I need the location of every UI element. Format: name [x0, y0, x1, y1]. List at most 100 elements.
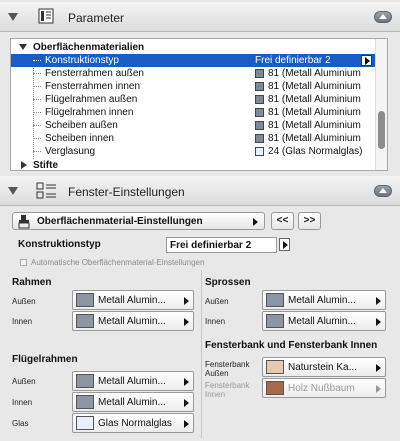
material-swatch — [255, 134, 264, 143]
tree-scrollbar[interactable] — [375, 39, 387, 170]
label-line: Fensterbank — [205, 360, 250, 369]
tree-row-fensterrahmen-innen[interactable]: Fensterrahmen innen 81 (Metall Aluminium — [11, 80, 375, 93]
material-value: Metall Alumin... — [288, 316, 356, 327]
tree-row-scheiben-innen[interactable]: Scheiben innen 81 (Metall Aluminium — [11, 132, 375, 145]
material-value: Metall Alumin... — [98, 397, 166, 408]
material-value: Metall Alumin... — [98, 316, 166, 327]
material-swatch — [266, 381, 284, 395]
expand-triangle-icon[interactable] — [19, 44, 27, 50]
tree-row-label: Verglasung — [45, 146, 96, 157]
auto-surface-label: Automatische Oberflächenmaterial-Einstel… — [31, 258, 205, 267]
fensterbank-aussen-material[interactable]: Naturstein Ka... — [262, 357, 386, 377]
tree-row-value: 81 (Metall Aluminium — [268, 81, 361, 92]
previous-page-button[interactable]: << — [271, 212, 294, 230]
value-menu-arrow-icon[interactable] — [361, 55, 372, 66]
parameter-panel-title: Parameter — [68, 11, 125, 25]
tree-row-fensterrahmen-aussen[interactable]: Fensterrahmen außen 81 (Metall Aluminium — [11, 67, 375, 80]
material-value: Metall Alumin... — [98, 295, 166, 306]
material-value: Metall Alumin... — [288, 295, 356, 306]
label-line: Innen — [205, 390, 226, 399]
tree-row-label: Scheiben außen — [45, 120, 118, 131]
material-swatch — [76, 293, 94, 307]
parameter-tree[interactable]: Oberflächenmaterialien Konstruktionstyp … — [10, 38, 388, 171]
material-swatch — [76, 416, 94, 430]
material-swatch — [255, 82, 264, 91]
expand-triangle-icon[interactable] — [21, 161, 27, 169]
collapse-up-icon[interactable] — [374, 185, 392, 197]
material-value: Holz Nußbaum — [288, 383, 355, 394]
menu-arrow-icon — [184, 297, 189, 305]
material-swatch — [255, 108, 264, 117]
tree-row-value: 24 (Glas Normalglas) — [268, 146, 363, 157]
material-swatch — [266, 314, 284, 328]
tree-row-label: Fensterrahmen innen — [45, 81, 141, 92]
fensterbank-innen-label: Fensterbank Innen — [205, 381, 249, 399]
tree-group-row-stifte[interactable]: Stifte — [11, 159, 375, 171]
label-line: Außen — [205, 369, 229, 378]
menu-arrow-icon — [376, 364, 381, 372]
collapse-triangle-icon[interactable] — [8, 187, 18, 195]
auto-surface-checkbox[interactable] — [20, 259, 27, 266]
next-page-button[interactable]: >> — [298, 212, 321, 230]
tree-group-label: Stifte — [33, 160, 58, 171]
tree-row-label: Konstruktionstyp — [45, 55, 119, 66]
parameter-list-icon — [38, 8, 54, 24]
fluegelrahmen-innen-label: Innen — [12, 398, 33, 407]
rahmen-innen-label: Innen — [12, 317, 33, 326]
surface-settings-menu-button[interactable]: Oberflächenmaterial-Einstellungen — [12, 212, 265, 230]
menu-arrow-icon — [184, 420, 189, 428]
collapse-up-icon[interactable] — [374, 11, 392, 23]
paint-brush-icon — [18, 215, 30, 229]
material-swatch — [255, 69, 264, 78]
label-line: Fensterbank — [205, 381, 250, 390]
material-value: Naturstein Ka... — [288, 362, 357, 373]
material-swatch — [255, 95, 264, 104]
construction-type-field[interactable]: Frei definierbar 2 — [166, 237, 277, 253]
rahmen-title: Rahmen — [12, 277, 52, 288]
fluegelrahmen-aussen-label: Außen — [12, 377, 36, 386]
surface-settings-label: Oberflächenmaterial-Einstellungen — [37, 216, 203, 227]
fluegelrahmen-aussen-material[interactable]: Metall Alumin... — [72, 371, 194, 391]
window-settings-header[interactable]: Fenster-Einstellungen — [0, 176, 400, 206]
sprossen-aussen-label: Außen — [205, 297, 229, 306]
scrollbar-thumb[interactable] — [378, 111, 385, 149]
sprossen-innen-material[interactable]: Metall Alumin... — [262, 311, 386, 331]
parameter-panel-header[interactable]: Parameter — [0, 2, 400, 32]
fluegelrahmen-glas-material[interactable]: Glas Normalglas — [72, 413, 194, 433]
rahmen-innen-material[interactable]: Metall Alumin... — [72, 311, 194, 331]
tree-row-konstruktionstyp[interactable]: Konstruktionstyp Frei definierbar 2 — [11, 54, 375, 67]
menu-arrow-icon — [184, 378, 189, 386]
menu-arrow-icon — [376, 385, 381, 393]
material-swatch — [76, 395, 94, 409]
menu-arrow-icon — [184, 318, 189, 326]
material-swatch — [76, 374, 94, 388]
sprossen-aussen-material[interactable]: Metall Alumin... — [262, 290, 386, 310]
tree-row-label: Fensterrahmen außen — [45, 68, 144, 79]
fensterbank-title: Fensterbank und Fensterbank Innen — [205, 340, 378, 351]
menu-arrow-icon — [376, 297, 381, 305]
tree-row-verglasung[interactable]: Verglasung 24 (Glas Normalglas) — [11, 145, 375, 158]
tree-row-value: 81 (Metall Aluminium — [268, 94, 361, 105]
collapse-triangle-icon[interactable] — [8, 13, 18, 21]
construction-type-menu-button[interactable] — [279, 238, 290, 251]
tree-row-value: Frei definierbar 2 — [255, 55, 331, 66]
material-swatch — [266, 293, 284, 307]
rahmen-aussen-label: Außen — [12, 297, 36, 306]
material-swatch — [76, 314, 94, 328]
construction-type-value: Frei definierbar 2 — [170, 240, 252, 251]
tree-group-label: Oberflächenmaterialien — [33, 42, 145, 53]
tree-row-value: 81 (Metall Aluminium — [268, 107, 361, 118]
tree-row-label: Scheiben innen — [45, 133, 114, 144]
tree-row-fluegelrahmen-aussen[interactable]: Flügelrahmen außen 81 (Metall Aluminium — [11, 93, 375, 106]
tree-row-fluegelrahmen-innen[interactable]: Flügelrahmen innen 81 (Metall Aluminium — [11, 106, 375, 119]
tree-row-scheiben-aussen[interactable]: Scheiben außen 81 (Metall Aluminium — [11, 119, 375, 132]
material-value: Glas Normalglas — [98, 418, 172, 429]
sprossen-title: Sprossen — [205, 277, 251, 288]
fluegelrahmen-innen-material[interactable]: Metall Alumin... — [72, 392, 194, 412]
tree-row-value: 81 (Metall Aluminium — [268, 68, 361, 79]
tree-group-row[interactable]: Oberflächenmaterialien — [11, 41, 375, 54]
tree-row-label: Flügelrahmen innen — [45, 107, 134, 118]
rahmen-aussen-material[interactable]: Metall Alumin... — [72, 290, 194, 310]
fluegelrahmen-glas-label: Glas — [12, 419, 29, 428]
material-value: Metall Alumin... — [98, 376, 166, 387]
